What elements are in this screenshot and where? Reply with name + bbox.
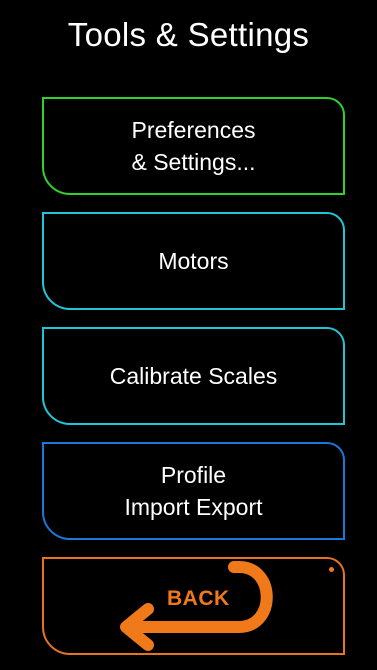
motors-button[interactable]: Motors [42, 212, 345, 310]
back-button[interactable]: BACK [42, 557, 345, 655]
preferences-settings-label: Preferences & Settings... [131, 117, 256, 175]
corner-dot-icon [329, 567, 334, 572]
profile-import-export-label: Profile Import Export [124, 462, 263, 520]
calibrate-scales-label: Calibrate Scales [109, 363, 278, 389]
profile-import-export-button[interactable]: Profile Import Export [42, 442, 345, 540]
page-title: Tools & Settings [67, 16, 310, 53]
calibrate-scales-button[interactable]: Calibrate Scales [42, 327, 345, 425]
motors-label: Motors [158, 248, 229, 274]
preferences-settings-button[interactable]: Preferences & Settings... [42, 97, 345, 195]
back-label: BACK [167, 587, 230, 610]
